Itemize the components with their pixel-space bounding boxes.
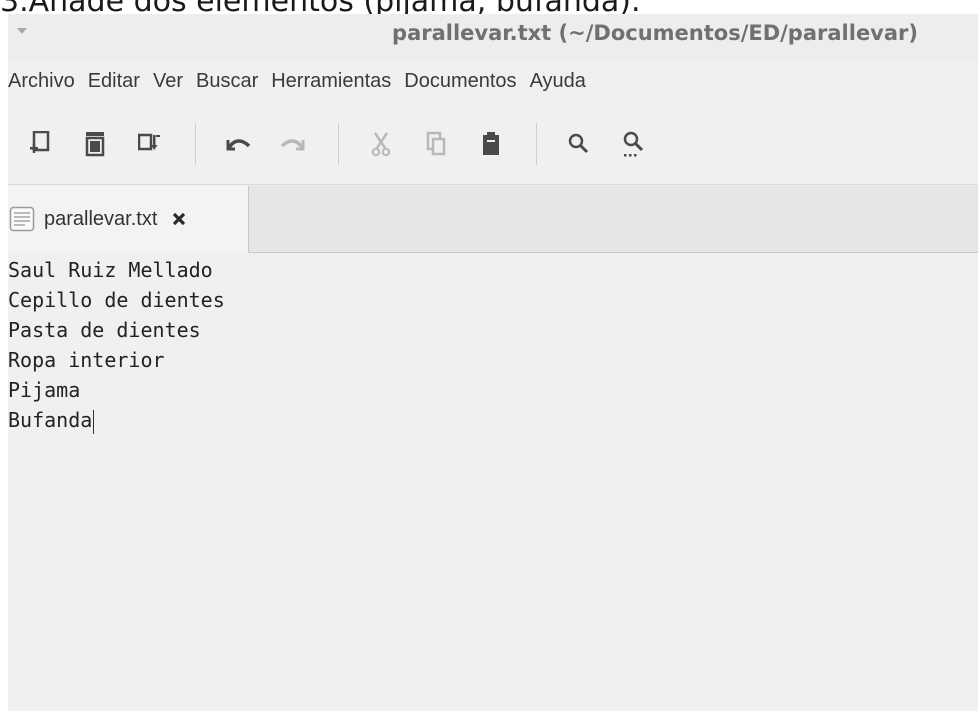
undo-icon [226,139,251,151]
editor-line-last: Bufanda [8,405,225,435]
menu-ver[interactable]: Ver [153,70,183,93]
menu-ayuda[interactable]: Ayuda [530,70,586,93]
menu-documentos[interactable]: Documentos [404,70,516,93]
toolbar-separator [338,123,339,165]
find-button[interactable] [561,126,597,162]
text-cursor [93,409,95,434]
tab-label: parallevar.txt [44,207,158,230]
open-button[interactable] [77,126,113,162]
paste-icon [483,132,499,155]
tab-parallevar[interactable]: parallevar.txt [8,186,249,253]
toolbar-separator [195,123,196,165]
editor-line: Cepillo de dientes [8,288,225,312]
find-icon [568,133,589,154]
tab-bar: parallevar.txt [8,186,978,253]
new-document-button[interactable] [22,126,58,162]
new-document-icon [30,131,50,153]
title-bar: parallevar.txt (~/Documentos/ED/parallev… [8,14,978,59]
menu-editar[interactable]: Editar [88,70,140,93]
copy-icon [426,131,446,156]
editor-window: parallevar.txt (~/Documentos/ED/parallev… [8,14,978,711]
find-replace-button[interactable] [616,126,652,162]
cut-icon [371,132,391,157]
editor-line: Saul Ruiz Mellado [8,258,213,282]
text-editor-area[interactable]: Saul Ruiz Mellado Cepillo de dientes Pas… [8,254,978,711]
editor-line: Ropa interior [8,348,165,372]
cut-button[interactable] [363,126,399,162]
menu-archivo[interactable]: Archivo [8,70,75,93]
paste-button[interactable] [473,126,509,162]
toolbar-divider [8,184,978,185]
window-menu-arrow-icon[interactable] [17,28,27,34]
copy-button[interactable] [418,126,454,162]
menu-herramientas[interactable]: Herramientas [271,70,391,93]
save-icon [138,133,160,151]
close-icon[interactable] [171,211,187,227]
open-icon [85,132,105,157]
editor-content[interactable]: Saul Ruiz Mellado Cepillo de dientes Pas… [8,255,225,435]
find-replace-icon [623,131,644,157]
save-button[interactable] [132,126,168,162]
editor-line-text: Bufanda [8,408,93,432]
toolbar [8,109,978,179]
editor-line: Pasta de dientes [8,318,201,342]
text-file-icon [9,206,35,232]
window-title: parallevar.txt (~/Documentos/ED/parallev… [392,21,918,45]
editor-line: Pijama [8,378,81,402]
menu-buscar[interactable]: Buscar [196,70,258,93]
toolbar-separator [536,123,537,165]
menu-bar: Archivo Editar Ver Buscar Herramientas D… [8,61,978,101]
undo-button[interactable] [220,126,256,162]
redo-button[interactable] [275,126,311,162]
redo-icon [280,139,305,151]
